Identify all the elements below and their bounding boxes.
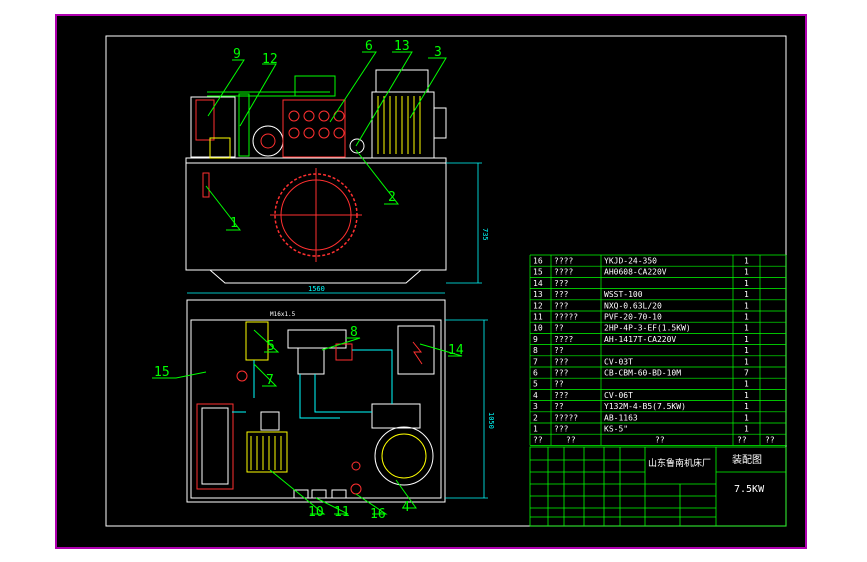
callout-3: 3 xyxy=(434,45,442,60)
bom-cell-spec: AB-1163 xyxy=(604,413,638,422)
callout-9: 9 xyxy=(233,47,241,62)
bom-cell-name: ?? xyxy=(554,346,564,355)
callout-4: 4 xyxy=(402,500,410,515)
callout-8: 8 xyxy=(350,325,358,340)
bom-header-note: ?? xyxy=(765,436,775,445)
bom-header-spec: ?? xyxy=(655,436,665,445)
bom-cell-name: ?? xyxy=(554,324,564,333)
bom-cell-name: ??? xyxy=(554,290,569,299)
callout-5: 5 xyxy=(267,339,275,354)
bom-cell-qty: 1 xyxy=(744,380,749,389)
bom-cell-spec: NXQ-0.63L/20 xyxy=(604,301,662,310)
bom-cell-no: 9 xyxy=(533,335,538,344)
callout-13: 13 xyxy=(394,39,410,54)
bom-cell-spec: AH0608-CA220V xyxy=(604,268,667,277)
bom-cell-name: ?? xyxy=(554,402,564,411)
bom-cell-no: 4 xyxy=(533,391,538,400)
bom-cell-no: 10 xyxy=(533,324,543,333)
callout-1: 1 xyxy=(230,216,238,231)
bom-cell-no: 13 xyxy=(533,290,543,299)
bom-cell-no: 2 xyxy=(533,413,538,422)
bom-cell-name: ??? xyxy=(554,301,569,310)
bom-cell-qty: 1 xyxy=(744,425,749,434)
bom-cell-no: 14 xyxy=(533,279,543,288)
bom-cell-spec: WSST-100 xyxy=(604,290,643,299)
bom-cell-spec: CB-CBM-60-BD-10M xyxy=(604,369,681,378)
bom-cell-qty: 1 xyxy=(744,257,749,266)
bom-cell-no: 3 xyxy=(533,402,538,411)
bom-cell-spec: CV-03T xyxy=(604,357,633,366)
bom-cell-qty: 1 xyxy=(744,391,749,400)
callout-16: 16 xyxy=(370,507,386,522)
bom-cell-name: ??? xyxy=(554,279,569,288)
bom-cell-qty: 1 xyxy=(744,301,749,310)
bom-cell-qty: 1 xyxy=(744,268,749,277)
bom-cell-spec: AH-1417T-CA220V xyxy=(604,335,676,344)
bom-cell-spec: CV-06T xyxy=(604,391,633,400)
bom-cell-name: ??? xyxy=(554,357,569,366)
callout-2: 2 xyxy=(388,190,396,205)
bom-cell-no: 1 xyxy=(533,425,538,434)
callout-15: 15 xyxy=(154,365,170,380)
bom-cell-qty: 1 xyxy=(744,346,749,355)
bom-cell-no: 11 xyxy=(533,313,543,322)
bom-cell-qty: 7 xyxy=(744,369,749,378)
callout-10: 10 xyxy=(308,505,324,520)
callout-6: 6 xyxy=(365,39,373,54)
bom-cell-qty: 1 xyxy=(744,335,749,344)
callout-14: 14 xyxy=(448,343,464,358)
bom-cell-qty: 1 xyxy=(744,402,749,411)
port-label: M16x1.5 xyxy=(270,311,296,318)
bom-cell-no: 6 xyxy=(533,369,538,378)
bom-cell-spec: PVF-20-70-10 xyxy=(604,313,662,322)
cad-drawing: 735 1560 1050 M16x1.5 9 12 6 13 3 1 2 5 … xyxy=(0,0,867,562)
bom-cell-name: ???? xyxy=(554,335,573,344)
bom-cell-name: ????? xyxy=(554,313,578,322)
dim-top-height: 735 xyxy=(481,228,489,241)
company-name: 山东鲁南机床厂 xyxy=(648,457,711,469)
bom-cell-spec: 2HP-4P-3-EF(1.5KW) xyxy=(604,324,691,333)
bom-cell-qty: 1 xyxy=(744,413,749,422)
bom-cell-qty: 1 xyxy=(744,313,749,322)
bom-cell-qty: 1 xyxy=(744,279,749,288)
bom-cell-name: ??? xyxy=(554,369,569,378)
bom-cell-spec: YKJD-24-350 xyxy=(604,257,657,266)
bom-cell-spec: KS-5" xyxy=(604,425,628,434)
bom-header-qty: ?? xyxy=(737,436,747,445)
bom-cell-name: ?? xyxy=(554,380,564,389)
bom-cell-no: 12 xyxy=(533,301,543,310)
bom-cell-no: 7 xyxy=(533,357,538,366)
bom-cell-name: ??? xyxy=(554,425,569,434)
callout-11: 11 xyxy=(334,505,350,520)
callout-12: 12 xyxy=(262,52,278,67)
bom-cell-no: 16 xyxy=(533,257,543,266)
bom-cell-no: 8 xyxy=(533,346,538,355)
bom-cell-qty: 1 xyxy=(744,324,749,333)
drawing-model: 7.5KW xyxy=(734,484,765,495)
bom-cell-spec: Y132M-4-B5(7.5KW) xyxy=(604,402,686,411)
bom-cell-qty: 1 xyxy=(744,290,749,299)
bom-cell-name: ??? xyxy=(554,391,569,400)
dim-plan-depth: 1050 xyxy=(487,412,495,429)
bom-cell-name: ???? xyxy=(554,268,573,277)
bom-cell-qty: 1 xyxy=(744,357,749,366)
bom-cell-no: 15 xyxy=(533,268,543,277)
bom-header-name: ?? xyxy=(566,436,576,445)
bom-cell-name: ????? xyxy=(554,413,578,422)
drawing-title: 装配图 xyxy=(732,453,762,466)
dim-plan-width: 1560 xyxy=(308,285,325,293)
bom-cell-name: ???? xyxy=(554,257,573,266)
bom-cell-no: 5 xyxy=(533,380,538,389)
callout-7: 7 xyxy=(266,373,274,388)
bom-header-no: ?? xyxy=(533,436,543,445)
